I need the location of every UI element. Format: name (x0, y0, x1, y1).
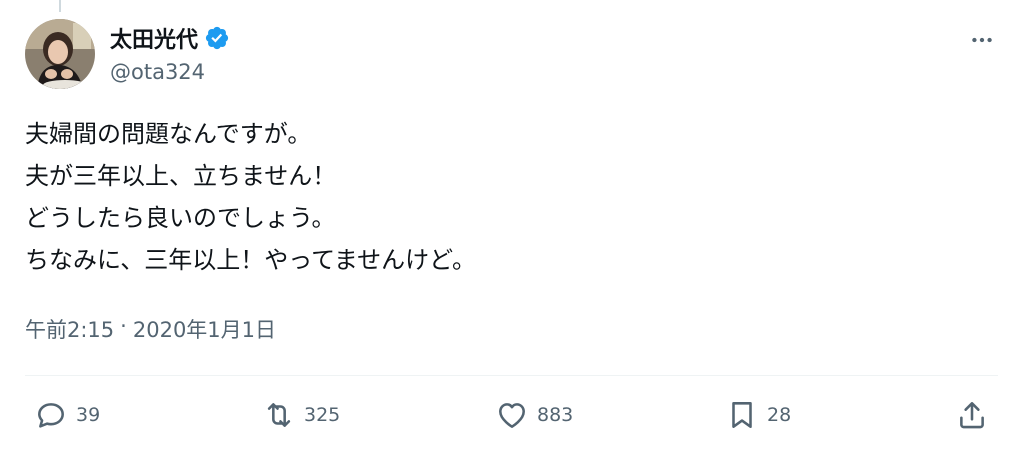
reply-count: 39 (76, 404, 101, 426)
heart-icon (499, 403, 525, 428)
more-horizontal-icon (972, 37, 992, 43)
reply-button[interactable]: 39 (34, 395, 100, 435)
tweet-text-line: 夫が三年以上、立ちません！ (25, 162, 337, 190)
tweet-date[interactable]: 2020年1月1日 (133, 314, 276, 344)
timestamp-separator: · (120, 314, 127, 338)
retweet-button[interactable]: 325 (262, 395, 340, 435)
author-name-row: 太田光代 (110, 22, 230, 54)
tweet-time[interactable]: 午前2:15 (25, 314, 114, 344)
bookmark-button[interactable]: 28 (725, 395, 791, 435)
tweet-text-line: 夫婦間の問題なんですが。 (25, 120, 312, 148)
tweet-text-line: どうしたら良いのでしょう。 (25, 204, 336, 232)
tweet-text: 夫婦間の問題なんですが。 夫が三年以上、立ちません！ どうしたら良いのでしょう。… (25, 113, 476, 281)
tweet-text-line: ちなみに、三年以上！やってませんけど。 (25, 246, 476, 274)
reply-icon (38, 403, 64, 428)
share-button[interactable] (955, 395, 989, 435)
like-count: 883 (537, 404, 574, 426)
avatar[interactable] (25, 19, 95, 89)
retweet-count: 325 (304, 404, 341, 426)
action-bar-divider (25, 375, 998, 376)
thread-connector-line (59, 0, 61, 12)
more-options-button[interactable] (960, 22, 1004, 58)
bookmark-count: 28 (767, 404, 792, 426)
tweet-author: 太田光代 @ota324 (110, 22, 230, 84)
bookmark-icon (732, 402, 752, 428)
like-button[interactable]: 883 (495, 395, 573, 435)
author-display-name[interactable]: 太田光代 (110, 22, 198, 54)
verified-badge-icon[interactable] (204, 25, 230, 51)
avatar-photo (25, 19, 95, 89)
tweet-timestamp: 午前2:15 · 2020年1月1日 (25, 314, 276, 344)
author-handle[interactable]: @ota324 (110, 60, 230, 84)
share-icon (960, 402, 984, 429)
retweet-icon (267, 403, 291, 427)
